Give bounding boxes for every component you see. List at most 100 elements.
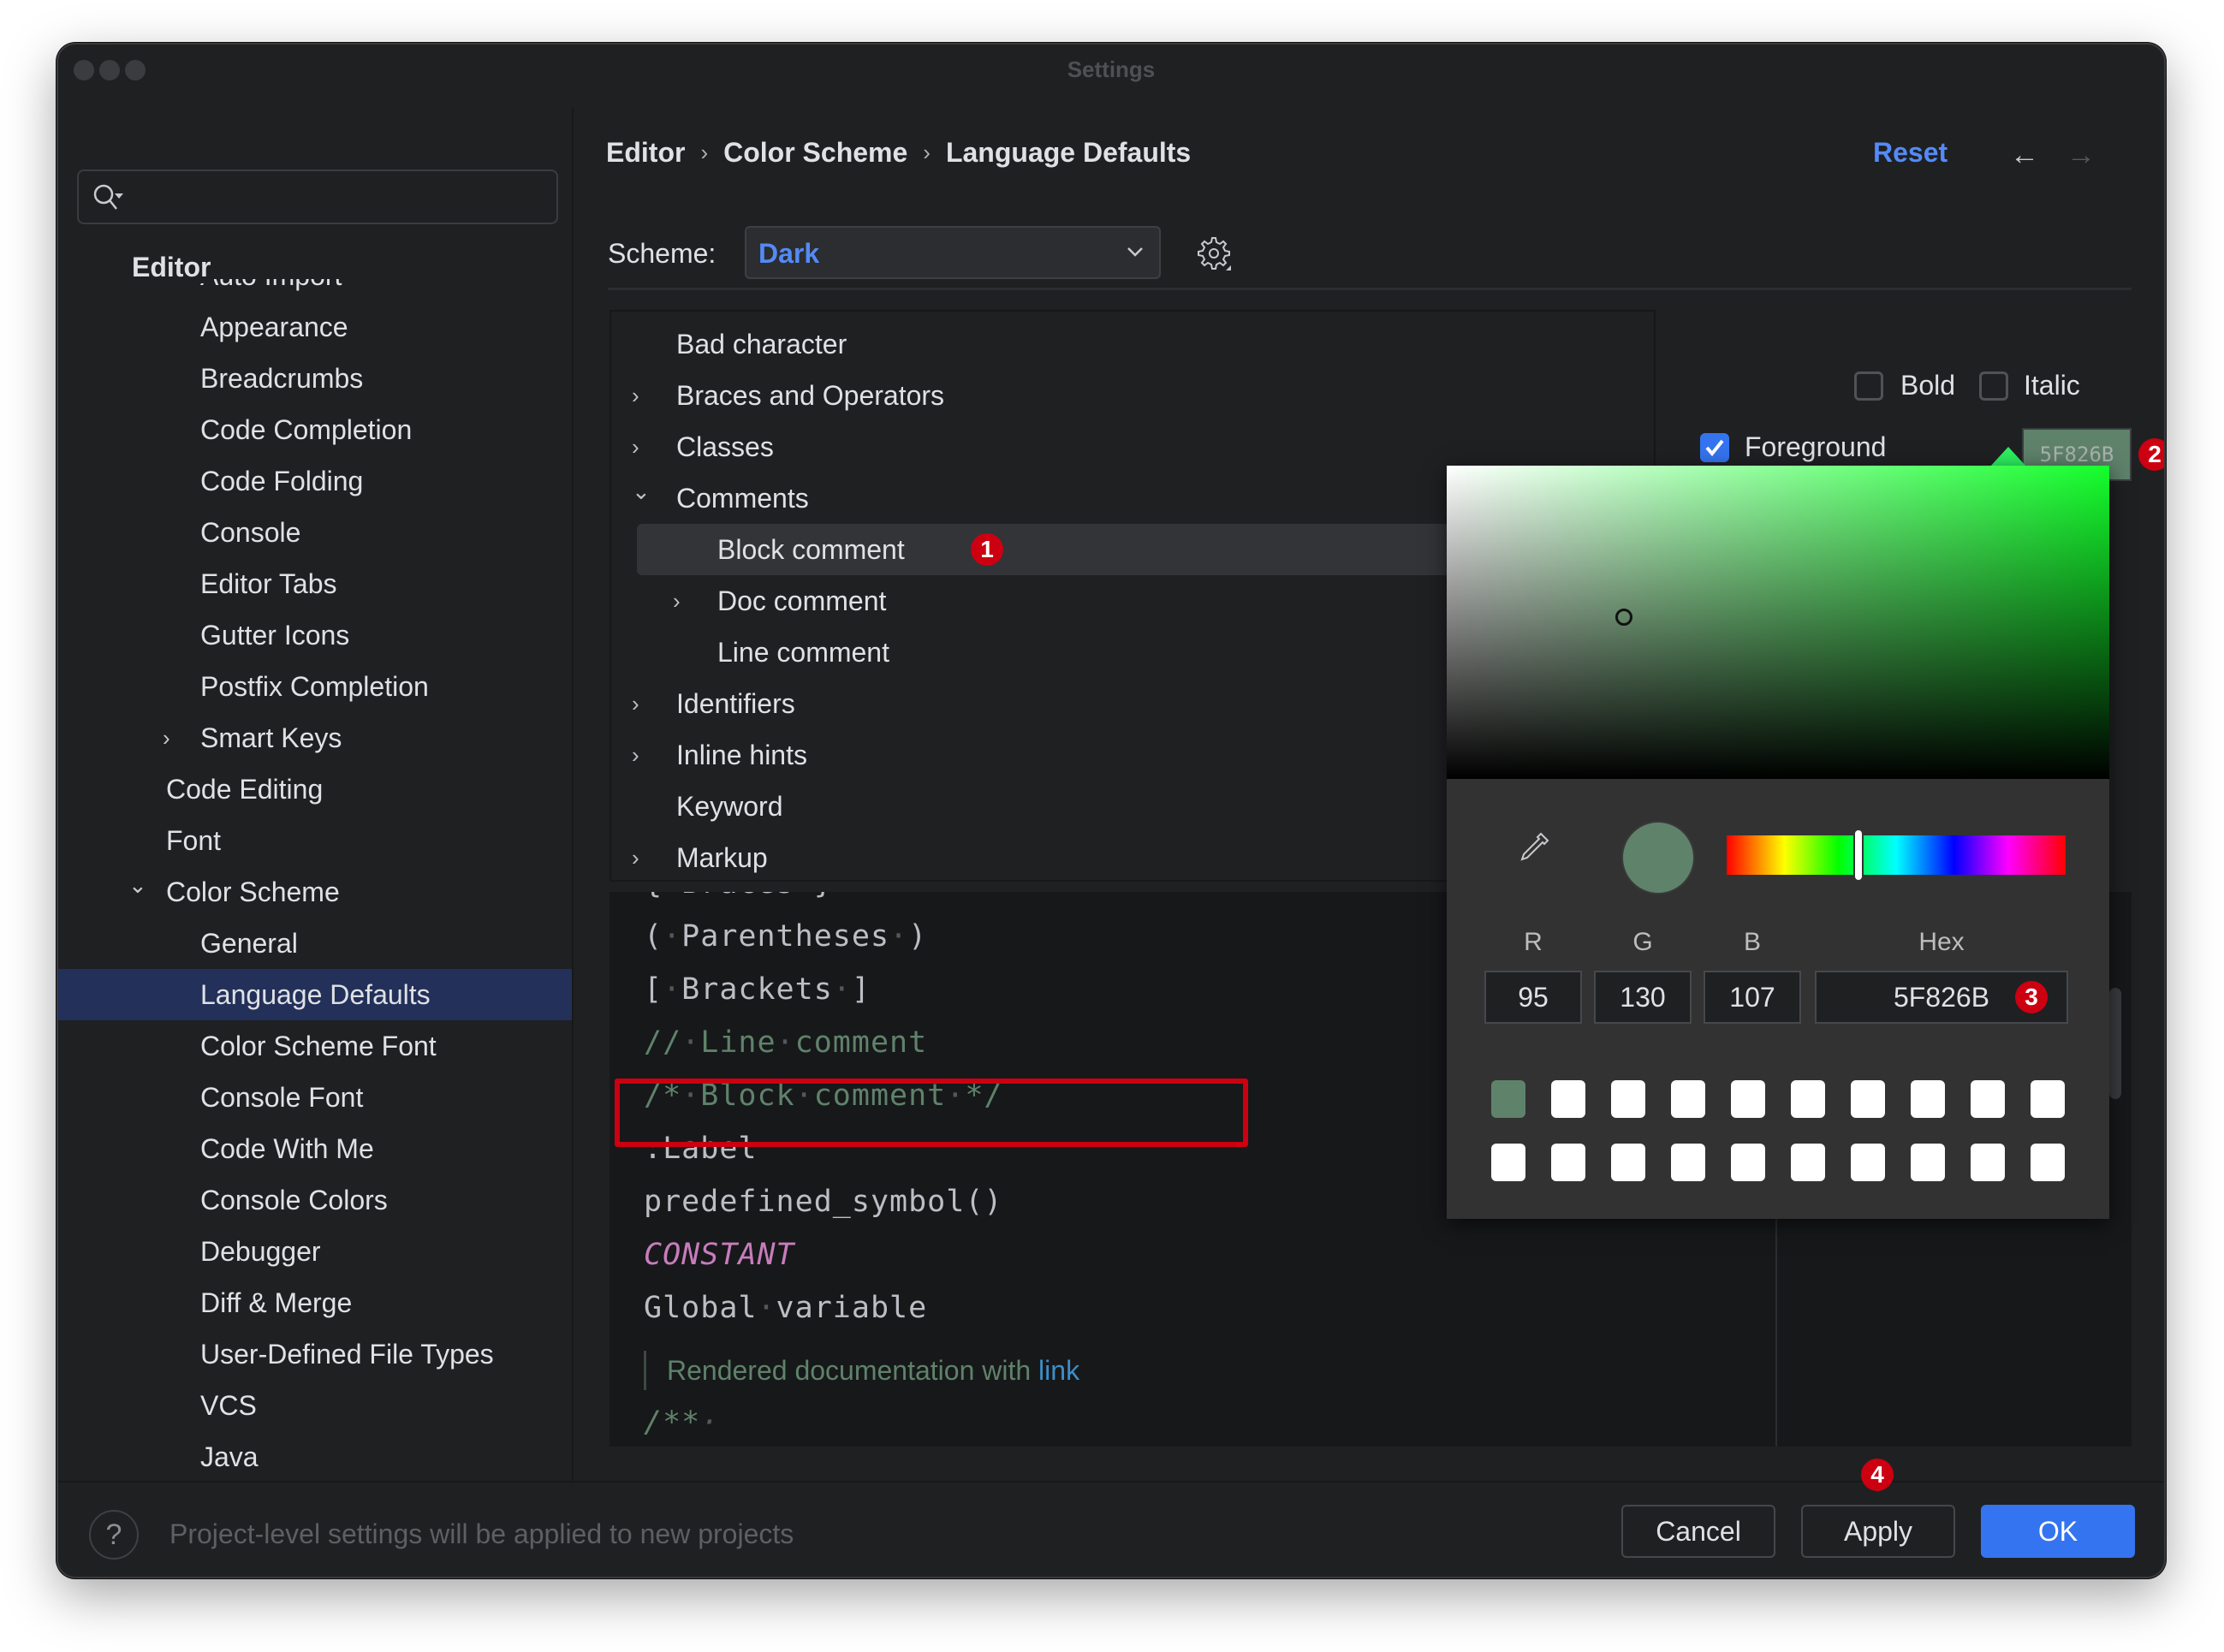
chevron-right-icon[interactable]: › bbox=[632, 729, 639, 781]
recent-color-swatch[interactable] bbox=[1731, 1144, 1765, 1181]
recent-color-swatch[interactable] bbox=[1911, 1080, 1945, 1118]
search-input[interactable] bbox=[77, 169, 558, 224]
sidebar-item-diff-merge[interactable]: Diff & Merge bbox=[58, 1277, 572, 1328]
sidebar-item-vcs[interactable]: VCS bbox=[58, 1380, 572, 1431]
sidebar-item-code-with-me[interactable]: Code With Me bbox=[58, 1123, 572, 1174]
sidebar-item-gutter-icons[interactable]: Gutter Icons bbox=[58, 609, 572, 661]
sidebar-item-console-font[interactable]: Console Font bbox=[58, 1072, 572, 1123]
recent-color-swatch[interactable] bbox=[1971, 1144, 2005, 1181]
sidebar-item-font[interactable]: Font bbox=[58, 815, 572, 866]
annotation-badge-4: 4 bbox=[1861, 1459, 1894, 1491]
chevron-right-icon[interactable]: › bbox=[632, 421, 639, 472]
forward-arrow-icon[interactable]: → bbox=[2066, 139, 2096, 172]
chevron-right-icon[interactable]: › bbox=[673, 575, 681, 627]
preview-line: {·Braces·} bbox=[644, 892, 833, 900]
cancel-button[interactable]: Cancel bbox=[1621, 1505, 1775, 1558]
sidebar-item-label: Code Completion bbox=[200, 414, 413, 445]
sidebar-item-general[interactable]: General bbox=[58, 918, 572, 969]
g-input[interactable]: 130 bbox=[1594, 971, 1692, 1024]
b-input[interactable]: 107 bbox=[1704, 971, 1801, 1024]
recent-color-swatch[interactable] bbox=[1671, 1080, 1705, 1118]
chevron-right-icon[interactable]: › bbox=[632, 832, 639, 880]
chevron-down-icon[interactable]: ⌄ bbox=[632, 466, 651, 517]
tree-item-label: Identifiers bbox=[676, 688, 795, 719]
sidebar-item-breadcrumbs[interactable]: Breadcrumbs bbox=[58, 353, 572, 404]
sidebar-item-code-editing[interactable]: Code Editing bbox=[58, 764, 572, 815]
popup-pointer bbox=[1989, 447, 2027, 467]
chevron-down-icon[interactable]: ⌄ bbox=[128, 859, 147, 911]
color-cursor[interactable] bbox=[1614, 609, 1632, 627]
sidebar-item-label: Breadcrumbs bbox=[200, 363, 364, 394]
tree-item-bad-character[interactable]: Bad character bbox=[611, 318, 1654, 370]
gear-icon[interactable] bbox=[1195, 235, 1233, 272]
sidebar-item-label: Console Font bbox=[200, 1082, 364, 1113]
sidebar-item-console-colors[interactable]: Console Colors bbox=[58, 1174, 572, 1226]
tree-item-braces-and-operators[interactable]: › Braces and Operators bbox=[611, 370, 1654, 421]
recent-color-swatch[interactable] bbox=[1791, 1144, 1825, 1181]
rendered-doc-text: Rendered documentation with bbox=[667, 1355, 1039, 1386]
hue-slider[interactable] bbox=[1727, 830, 2066, 880]
sidebar-item-code-completion[interactable]: Code Completion bbox=[58, 404, 572, 455]
sidebar-item-language-defaults[interactable]: Language Defaults bbox=[58, 969, 572, 1020]
sidebar-item-label: Console bbox=[200, 517, 301, 548]
breadcrumb-editor[interactable]: Editor bbox=[606, 137, 685, 169]
sidebar-item-console[interactable]: Console bbox=[58, 507, 572, 558]
scheme-dropdown[interactable]: Dark bbox=[745, 226, 1161, 279]
tree-item-label: Classes bbox=[676, 431, 774, 462]
foreground-checkbox[interactable] bbox=[1700, 433, 1729, 462]
recent-color-swatch[interactable] bbox=[1491, 1080, 1525, 1118]
sidebar-item-postfix-completion[interactable]: Postfix Completion bbox=[58, 661, 572, 712]
hue-slider-thumb[interactable] bbox=[1855, 830, 1863, 880]
recent-color-swatch[interactable] bbox=[1551, 1080, 1585, 1118]
recent-color-swatch[interactable] bbox=[1671, 1144, 1705, 1181]
sidebar-item-debugger[interactable]: Debugger bbox=[58, 1226, 572, 1277]
sidebar-item-label: Console Colors bbox=[200, 1185, 388, 1215]
recent-color-swatch[interactable] bbox=[1611, 1144, 1645, 1181]
ok-button[interactable]: OK bbox=[1981, 1505, 2135, 1558]
back-arrow-icon[interactable]: ← bbox=[2010, 139, 2039, 172]
recent-color-swatch[interactable] bbox=[1551, 1144, 1585, 1181]
preview-scrollbar[interactable] bbox=[2109, 988, 2121, 1099]
chevron-right-icon[interactable]: › bbox=[163, 712, 170, 764]
recent-color-swatch[interactable] bbox=[1911, 1144, 1945, 1181]
sidebar-item-editor-tabs[interactable]: Editor Tabs bbox=[58, 558, 572, 609]
sidebar-item-code-folding[interactable]: Code Folding bbox=[58, 455, 572, 507]
italic-checkbox[interactable] bbox=[1979, 371, 2008, 401]
sidebar-item-user-defined-file-types[interactable]: User-Defined File Types bbox=[58, 1328, 572, 1380]
chevron-right-icon[interactable]: › bbox=[632, 678, 639, 729]
help-icon[interactable]: ? bbox=[89, 1510, 139, 1560]
sidebar-item-appearance[interactable]: Appearance bbox=[58, 301, 572, 353]
r-input[interactable]: 95 bbox=[1484, 971, 1582, 1024]
tree-item-label: Markup bbox=[676, 842, 768, 873]
eyedropper-icon[interactable] bbox=[1515, 829, 1553, 866]
recent-color-swatch[interactable] bbox=[1611, 1080, 1645, 1118]
recent-color-swatch[interactable] bbox=[2031, 1144, 2065, 1181]
recent-color-swatch[interactable] bbox=[1491, 1144, 1525, 1181]
recent-color-swatch[interactable] bbox=[1971, 1080, 2005, 1118]
recent-color-swatch[interactable] bbox=[1731, 1080, 1765, 1118]
recent-color-swatch[interactable] bbox=[1851, 1144, 1885, 1181]
sidebar-item-color-scheme-font[interactable]: Color Scheme Font bbox=[58, 1020, 572, 1072]
sidebar-item-color-scheme[interactable]: ⌄ Color Scheme bbox=[58, 866, 572, 918]
reset-link[interactable]: Reset bbox=[1873, 137, 1947, 169]
sidebar-item-java[interactable]: Java bbox=[58, 1431, 572, 1469]
breadcrumb-color-scheme[interactable]: Color Scheme bbox=[723, 137, 907, 169]
sidebar-section-header: Editor bbox=[132, 252, 215, 283]
recent-color-swatch[interactable] bbox=[1851, 1080, 1885, 1118]
scheme-value: Dark bbox=[758, 238, 820, 269]
sidebar-item-label: Auto Import bbox=[200, 279, 342, 301]
rendered-doc-link[interactable]: link bbox=[1038, 1355, 1079, 1386]
recent-color-swatch[interactable] bbox=[1791, 1080, 1825, 1118]
tree-item-classes[interactable]: › Classes bbox=[611, 421, 1654, 472]
sidebar-item-label: General bbox=[200, 928, 298, 959]
apply-button[interactable]: Apply bbox=[1801, 1505, 1955, 1558]
breadcrumb-separator: › bbox=[923, 140, 931, 165]
saturation-brightness-area[interactable] bbox=[1447, 466, 2109, 779]
sidebar-item-label: Postfix Completion bbox=[200, 671, 429, 702]
checkmark-icon bbox=[1705, 439, 1724, 457]
recent-color-swatch[interactable] bbox=[2031, 1080, 2065, 1118]
bold-checkbox[interactable] bbox=[1854, 371, 1883, 401]
tree-item-label: Block comment bbox=[717, 534, 905, 565]
chevron-right-icon[interactable]: › bbox=[632, 370, 639, 421]
sidebar-item-smart-keys[interactable]: › Smart Keys bbox=[58, 712, 572, 764]
